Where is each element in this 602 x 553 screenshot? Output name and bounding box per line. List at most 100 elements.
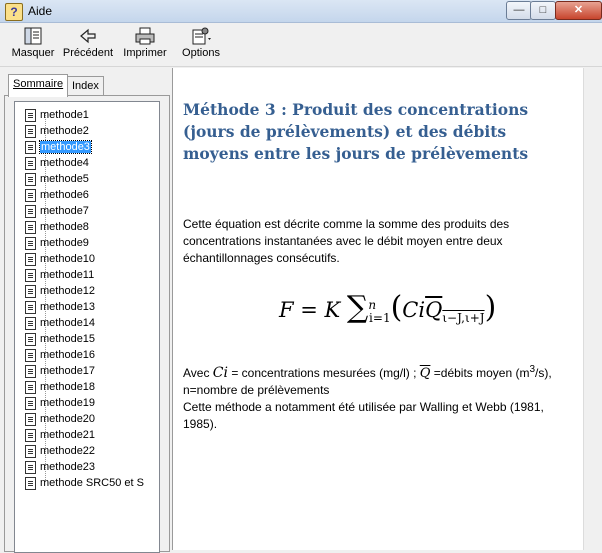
document-page-icon <box>25 141 36 154</box>
formula-ci: Ci <box>402 298 426 322</box>
tree-item-label: methode18 <box>40 381 96 393</box>
tree-item-label: methode10 <box>40 253 96 265</box>
tree-item-label: methode23 <box>40 461 96 473</box>
document-page-icon <box>25 173 36 186</box>
help-book-icon: ? <box>5 3 23 21</box>
document-page-icon <box>25 413 36 426</box>
print-button[interactable]: Imprimer <box>121 26 169 59</box>
tree-item-label: methode17 <box>40 365 96 377</box>
document-page-icon <box>25 125 36 138</box>
sum-upper-limit: n <box>368 298 377 312</box>
tree-item-label: methode9 <box>40 237 89 249</box>
tree-item-methode8[interactable]: methode8 <box>25 219 89 235</box>
tree-item-label: methode SRC50 et S <box>40 477 144 489</box>
tree-item-methode7[interactable]: methode7 <box>25 203 89 219</box>
hide-panel-icon <box>24 27 42 45</box>
tree-item-label: methode22 <box>40 445 96 457</box>
tree-item-label: methode11 <box>40 269 95 281</box>
tree-item-methode4[interactable]: methode4 <box>25 155 89 171</box>
ci-definition: = concentrations mesurées (mg/l) ; <box>228 366 420 380</box>
tree-item-methode22[interactable]: methode22 <box>25 443 96 459</box>
tree-item-label: methode1 <box>40 109 89 121</box>
tree-item-methode23[interactable]: methode23 <box>25 459 96 475</box>
back-button[interactable]: Précédent <box>62 26 114 59</box>
tree-item-label: methode6 <box>40 189 89 201</box>
navigation-pane: Sommaire Index methode1 methode2 methode3 m… <box>4 69 170 553</box>
tree-item-methode11[interactable]: methode11 <box>25 267 95 283</box>
tab-contents-label: Sommaire <box>13 78 64 90</box>
tree-item-methode12[interactable]: methode12 <box>25 283 95 299</box>
back-arrow-icon <box>80 28 96 44</box>
tree-item-methode14[interactable]: methode14 <box>25 315 96 331</box>
document-page-icon <box>25 317 36 330</box>
tree-item-label: methode16 <box>40 349 96 361</box>
tree-item-methode10[interactable]: methode10 <box>25 251 96 267</box>
document-page-icon <box>25 397 36 410</box>
tree-item-methode13[interactable]: methode13 <box>25 299 96 315</box>
window-title: Aide <box>28 4 53 18</box>
print-label: Imprimer <box>123 47 167 59</box>
document-page-icon <box>25 381 36 394</box>
tree-item-methode1[interactable]: methode1 <box>25 107 89 123</box>
ci-symbol: Ci <box>212 365 228 381</box>
tree-item-methode17[interactable]: methode17 <box>25 363 96 379</box>
toolbar: Masquer Précédent Imprimer Options <box>0 23 602 67</box>
qbar-symbol: Q <box>419 366 431 381</box>
tree-item-methode20[interactable]: methode20 <box>25 411 96 427</box>
document-page-icon <box>25 109 36 122</box>
tab-index[interactable]: Index <box>67 76 104 95</box>
page-title: Méthode 3 : Produit des concentrations (… <box>183 100 529 163</box>
tree-item-methode9[interactable]: methode9 <box>25 235 89 251</box>
tree-item-methode18[interactable]: methode18 <box>25 379 96 395</box>
document-page-icon <box>25 445 36 458</box>
formula-lhs: F = K <box>279 298 347 322</box>
document-page-icon <box>25 189 36 202</box>
tree-item-methode16[interactable]: methode16 <box>25 347 96 363</box>
options-button[interactable]: Options <box>180 26 222 59</box>
tree-item-label: methode4 <box>40 157 89 169</box>
tree-item-methode6[interactable]: methode6 <box>25 187 89 203</box>
contents-panel: methode1 methode2 methode3 methode4 methode5… <box>4 95 170 553</box>
tree-item-label: methode20 <box>40 413 96 425</box>
content-scrollbar[interactable] <box>583 68 602 550</box>
tab-contents[interactable]: Sommaire <box>8 74 69 97</box>
topic-tree[interactable]: methode1 methode2 methode3 methode4 methode5… <box>14 101 160 553</box>
tree-item-methode3[interactable]: methode3 <box>25 139 92 155</box>
tree-item-methode5[interactable]: methode5 <box>25 171 89 187</box>
document-page-icon <box>25 157 36 170</box>
tree-item-methode15[interactable]: methode15 <box>25 331 96 347</box>
tree-item-label: methode21 <box>40 429 96 441</box>
topic-content[interactable]: Méthode 3 : Produit des concentrations (… <box>172 68 583 550</box>
formula: F = K ∑ni=1(CiQι−J,ι+J) <box>279 290 496 325</box>
document-page-icon <box>25 477 36 490</box>
close-button[interactable]: ✕ <box>555 1 602 20</box>
document-page-icon <box>25 285 36 298</box>
tree-item-label: methode14 <box>40 317 96 329</box>
maximize-button[interactable]: □ <box>530 1 556 20</box>
options-icon <box>192 27 211 45</box>
description-paragraph: Cette équation est décrite comme la somm… <box>183 217 510 265</box>
tree-item-label: methode15 <box>40 333 96 345</box>
document-page-icon <box>25 461 36 474</box>
tree-item-label: methode13 <box>40 301 96 313</box>
q-definition: =débits moyen (m <box>430 366 530 380</box>
tree-item-label: methode7 <box>40 205 89 217</box>
printer-icon <box>135 27 155 45</box>
tree-item-label: methode19 <box>40 397 96 409</box>
document-page-icon <box>25 349 36 362</box>
open-paren: ( <box>390 290 403 325</box>
hide-label: Masquer <box>11 47 55 59</box>
document-page-icon <box>25 365 36 378</box>
tree-item-methode21[interactable]: methode21 <box>25 427 96 443</box>
formula-q-subscript: ι−J,ι+J <box>442 311 485 326</box>
tree-item-methode19[interactable]: methode19 <box>25 395 96 411</box>
tree-item-methode-src50-et-s[interactable]: methode SRC50 et S <box>25 475 144 491</box>
tree-item-label: methode3 <box>39 140 92 154</box>
close-paren: ) <box>484 290 497 325</box>
minimize-button[interactable]: — <box>506 1 532 20</box>
hide-button[interactable]: Masquer <box>9 26 57 59</box>
tree-item-methode2[interactable]: methode2 <box>25 123 89 139</box>
document-page-icon <box>25 205 36 218</box>
back-label: Précédent <box>62 47 114 59</box>
document-page-icon <box>25 237 36 250</box>
